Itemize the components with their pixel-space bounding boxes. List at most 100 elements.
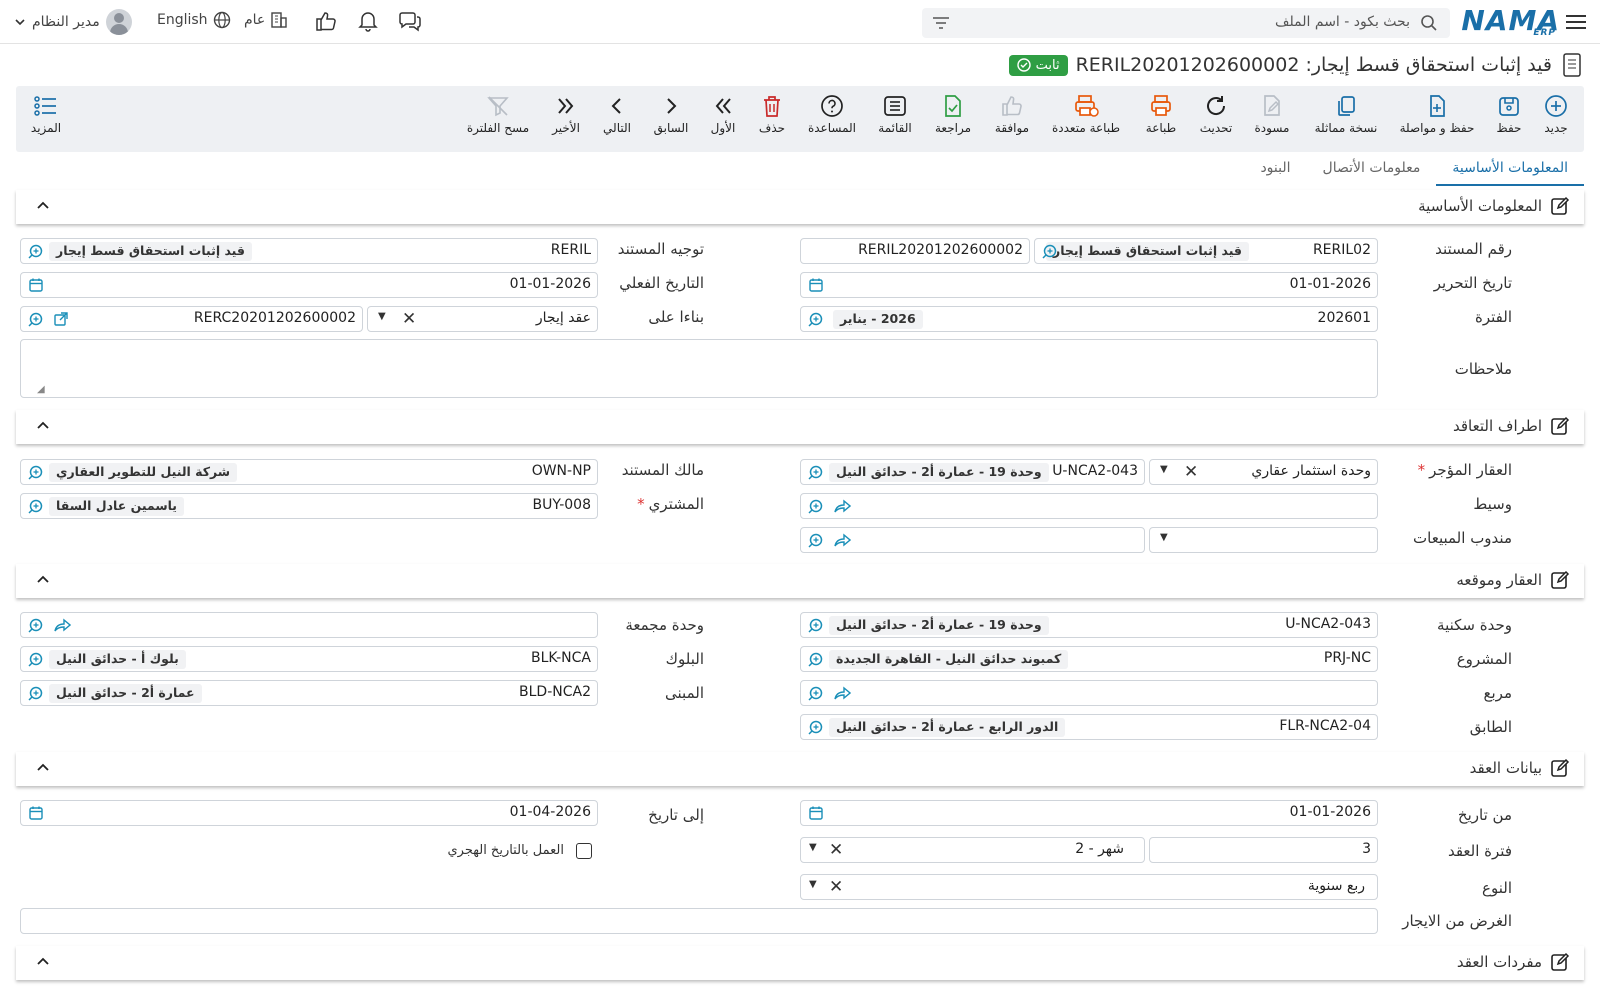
bell-icon[interactable] [357, 10, 379, 32]
thumbs-up-icon[interactable] [315, 10, 337, 32]
chat-icon[interactable] [398, 10, 422, 32]
lease-purpose-field[interactable] [20, 908, 1378, 934]
broker-field[interactable] [800, 493, 1378, 519]
calendar-icon[interactable] [808, 277, 824, 293]
section-parties[interactable]: اطراف التعاقد [16, 410, 1584, 444]
section-contract[interactable]: بيانات العقد [16, 752, 1584, 786]
tab-basic-info[interactable]: المعلومات الأساسية [1436, 156, 1584, 186]
search-plus-icon[interactable] [27, 685, 45, 703]
share-icon[interactable] [53, 617, 71, 633]
property-field[interactable]: U-NCA2-043 وحدة 19 - عمارة أ2 - حدائق ال… [800, 459, 1145, 485]
clear-x-icon[interactable]: ✕ [829, 840, 843, 860]
doc-number-type-field[interactable]: RERIL02 قيد إثبات استحقاق قسط إيجار [1034, 238, 1378, 264]
contract-period-unit-select[interactable]: 2 - شهر ✕ ▼ [800, 837, 1145, 863]
caret-down-icon[interactable]: ▼ [1160, 532, 1168, 543]
to-date-field[interactable]: 01-04-2026 [20, 800, 598, 826]
menu-icon[interactable] [1566, 11, 1586, 31]
hijri-checkbox[interactable] [576, 843, 592, 859]
external-link-icon[interactable] [53, 311, 69, 327]
search-icon [1421, 15, 1437, 31]
duplicate-button[interactable]: نسخة مماثلة [1306, 94, 1386, 135]
actual-date-field[interactable]: 01-01-2026 [20, 272, 598, 298]
section-property[interactable]: العقار وموقعه [16, 564, 1584, 598]
from-date-field[interactable]: 01-01-2026 [800, 800, 1378, 826]
sales-rep-type-select[interactable]: ▼ [1149, 527, 1378, 553]
section-contract-items[interactable]: مفردات العقد [16, 946, 1584, 980]
search-input[interactable]: بحث بكود - اسم الملف [922, 8, 1450, 38]
doc-number-label: رقم المستند [1435, 240, 1512, 258]
square-field[interactable] [800, 680, 1378, 706]
search-plus-icon[interactable] [27, 243, 45, 261]
period-field[interactable]: 202601 2026 - يناير [800, 306, 1378, 332]
clear-filter-button[interactable]: مسح الفلترة [458, 94, 538, 135]
chevron-up-icon[interactable] [36, 954, 50, 968]
notes-label: ملاحظات [1454, 360, 1512, 378]
search-plus-icon[interactable] [807, 719, 825, 737]
chevron-up-icon[interactable] [36, 760, 50, 774]
share-icon[interactable] [833, 498, 851, 514]
caret-down-icon[interactable]: ▼ [1160, 464, 1168, 475]
chevron-up-icon[interactable] [36, 572, 50, 586]
building-field[interactable]: BLD-NCA2 عمارة أ2 - حدائق النيل [20, 680, 598, 706]
share-icon[interactable] [833, 532, 851, 548]
aggregate-unit-field[interactable] [20, 612, 598, 638]
doc-number-field[interactable]: RERIL20201202600002 [800, 238, 1030, 264]
list-icon [884, 96, 906, 116]
share-icon[interactable] [833, 685, 851, 701]
tab-contact-info[interactable]: معلومات الأتصال [1307, 156, 1437, 186]
chevron-up-icon[interactable] [36, 198, 50, 212]
contract-period-count-field[interactable]: 3 [1149, 837, 1378, 863]
block-field[interactable]: BLK-NCA بلوك أ - حدائق النيل [20, 646, 598, 672]
unit-field[interactable]: U-NCA2-043 وحدة 19 - عمارة أ2 - حدائق ال… [800, 612, 1378, 638]
search-plus-icon[interactable] [27, 311, 45, 329]
property-type-select[interactable]: وحدة استثمار عقاري ✕ ▼ [1149, 459, 1378, 485]
owner-field[interactable]: OWN-NP شركة النيل للتطوير العقاري [20, 459, 598, 485]
notes-textarea[interactable]: ◢ [20, 339, 1378, 398]
print-button[interactable]: طباعة [1121, 94, 1201, 135]
based-on-type-select[interactable]: عقد إيجار ✕ ▼ [367, 306, 598, 332]
search-plus-icon[interactable] [807, 311, 825, 329]
floor-field[interactable]: FLR-NCA2-04 الدور الرابع - عمارة أ2 - حد… [800, 714, 1378, 740]
buyer-field[interactable]: BUY-008 ياسمين عادل السقا [20, 493, 598, 519]
last-button[interactable]: الأخير [526, 94, 606, 135]
tab-items[interactable]: البنود [1244, 156, 1306, 186]
calendar-icon[interactable] [28, 805, 44, 821]
company-selector[interactable]: عام [244, 11, 288, 29]
clear-x-icon[interactable]: ✕ [1184, 462, 1198, 482]
search-plus-icon[interactable] [807, 498, 825, 516]
clear-x-icon[interactable]: ✕ [829, 877, 843, 897]
chevron-up-icon[interactable] [36, 418, 50, 432]
issue-date-field[interactable]: 01-01-2026 [800, 272, 1378, 298]
search-plus-icon[interactable] [1041, 243, 1059, 261]
multi-print-button[interactable]: طباعة متعددة [1046, 94, 1126, 135]
search-plus-icon[interactable] [807, 464, 825, 482]
from-date-label: من تاريخ [1457, 806, 1512, 824]
doc-direction-field[interactable]: RERIL قيد إثبات استحقاق قسط إيجار [20, 238, 598, 264]
caret-down-icon[interactable]: ▼ [378, 311, 386, 322]
search-plus-icon[interactable] [807, 651, 825, 669]
sales-rep-field[interactable] [800, 527, 1145, 553]
search-plus-icon[interactable] [27, 617, 45, 635]
filter-icon[interactable] [932, 15, 950, 31]
more-button[interactable]: المزيد [6, 94, 86, 135]
save-continue-button[interactable]: حفظ و مواصلة [1397, 94, 1477, 135]
language-selector[interactable]: English [157, 11, 231, 29]
type-select[interactable]: ربع سنوية ✕ ▼ [800, 874, 1378, 900]
project-field[interactable]: PRJ-NC كمبوند حدائق النيل - القاهرة الجد… [800, 646, 1378, 672]
search-plus-icon[interactable] [807, 685, 825, 703]
clear-x-icon[interactable]: ✕ [402, 309, 416, 329]
search-plus-icon[interactable] [27, 651, 45, 669]
search-plus-icon[interactable] [27, 498, 45, 516]
search-plus-icon[interactable] [807, 617, 825, 635]
caret-down-icon[interactable]: ▼ [809, 842, 817, 853]
save-button[interactable]: حفظ [1469, 94, 1549, 135]
section-basic-info[interactable]: المعلومات الأساسية [16, 190, 1584, 224]
caret-down-icon[interactable]: ▼ [809, 879, 817, 890]
search-plus-icon[interactable] [807, 532, 825, 550]
resize-handle-icon[interactable]: ◢ [37, 384, 45, 395]
search-plus-icon[interactable] [27, 464, 45, 482]
user-menu[interactable]: مدير النظام [14, 9, 132, 35]
calendar-icon[interactable] [28, 277, 44, 293]
based-on-field[interactable]: RERC20201202600002 [20, 306, 363, 332]
calendar-icon[interactable] [808, 805, 824, 821]
